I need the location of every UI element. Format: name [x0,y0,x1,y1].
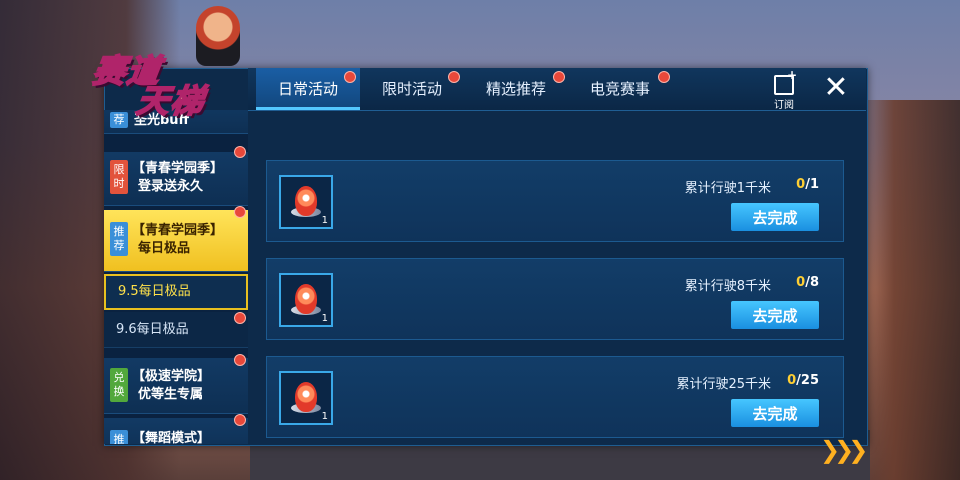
notification-dot [234,354,246,366]
progress-current: 0 [796,177,806,192]
sidebar-item-title: 【极速学院】 [132,369,211,384]
event-logo: 赛道 天梯 [77,44,257,121]
sidebar-item-title: 【青春学园季】 [132,223,224,238]
task-description: 累计行驶25千米 [676,377,771,392]
notification-dot [553,71,565,83]
notification-dot [344,71,356,83]
tab-label: 限时活动 [381,80,442,98]
logo-line-2: 天梯 [133,81,208,121]
sidebar-item-subtitle: 优等生专属 [138,387,204,402]
sidebar-tag: 兑换 [110,368,128,402]
reward-item[interactable]: 1 [279,273,333,327]
sidebar-item-login-reward[interactable]: 限时 【青春学园季】 登录送永久 [104,152,248,206]
chevron-right-icon: ❯❯❯ [820,436,868,464]
task-description: 累计行驶8千米 [684,279,771,294]
tab-label: 电竞赛事 [589,80,650,98]
sidebar-tag: 限时 [110,160,128,194]
go-complete-button[interactable]: 去完成 [731,301,819,329]
subscribe-icon [774,68,797,95]
subscribe-button[interactable]: 订阅 [770,68,798,111]
tab-label: 精选推荐 [485,80,546,98]
close-button[interactable]: ✕ [820,72,852,104]
notification-dot [234,206,246,218]
reward-count: 1 [321,215,328,226]
progress-total: /1 [805,177,819,192]
sub-item-label: 9.6每日极品 [116,322,189,337]
go-complete-button[interactable]: 去完成 [731,203,819,231]
sidebar-item-honor-student[interactable]: 兑换 【极速学院】 优等生专属 [104,358,248,414]
progress-total: /8 [805,275,819,290]
tab-label: 日常活动 [277,80,338,98]
tab-esports[interactable]: 电竞赛事 [568,68,672,110]
sub-item-9-5-daily-best[interactable]: 9.5每日极品 [104,274,248,310]
task-row: 1 累计行驶1千米 0/1 去完成 [266,160,844,242]
sidebar-tag: 推荐 [110,222,128,256]
sidebar-item-title: 【青春学园季】 [132,161,224,176]
notification-dot [234,146,246,158]
reward-count: 1 [321,411,328,422]
sub-item-label: 9.5每日极品 [118,284,191,299]
task-progress: 0/1 [796,177,819,192]
go-complete-button[interactable]: 去完成 [731,399,819,427]
progress-current: 0 [787,373,797,388]
notification-dot [658,71,670,83]
progress-total: /25 [796,373,819,388]
task-description: 累计行驶1千米 [684,181,771,196]
sidebar-item-title: 【舞蹈模式】 [132,431,211,444]
sub-item-9-6-daily-best[interactable]: 9.6每日极品 [104,312,248,348]
notification-dot [234,312,246,324]
progress-current: 0 [796,275,806,290]
close-icon: ✕ [823,70,849,105]
task-progress: 0/8 [796,275,819,290]
reward-item[interactable]: 1 [279,371,333,425]
notification-dot [448,71,460,83]
task-list: 1 累计行驶1千米 0/1 去完成 1 累计行驶8千米 0/8 去完成 1 累计… [248,110,866,444]
egg-trophy-icon [295,186,317,216]
sidebar-item-daily-best[interactable]: 推荐 【青春学园季】 每日极品 [104,210,248,272]
task-progress: 0/25 [787,373,819,388]
sidebar: 荐 圣光buff 限时 【青春学园季】 登录送永久 推荐 【青春学园季】 每日极… [104,110,248,444]
task-row: 1 累计行驶25千米 0/25 去完成 [266,356,844,438]
task-row: 1 累计行驶8千米 0/8 去完成 [266,258,844,340]
sidebar-item-dance-mode[interactable]: 推 【舞蹈模式】 [104,418,248,444]
sidebar-tag: 推 [110,430,128,444]
reward-item[interactable]: 1 [279,175,333,229]
sidebar-item-subtitle: 每日极品 [138,241,191,256]
reward-count: 1 [321,313,328,324]
notification-dot [234,414,246,426]
egg-trophy-icon [295,382,317,412]
egg-trophy-icon [295,284,317,314]
sidebar-item-subtitle: 登录送永久 [138,179,204,194]
